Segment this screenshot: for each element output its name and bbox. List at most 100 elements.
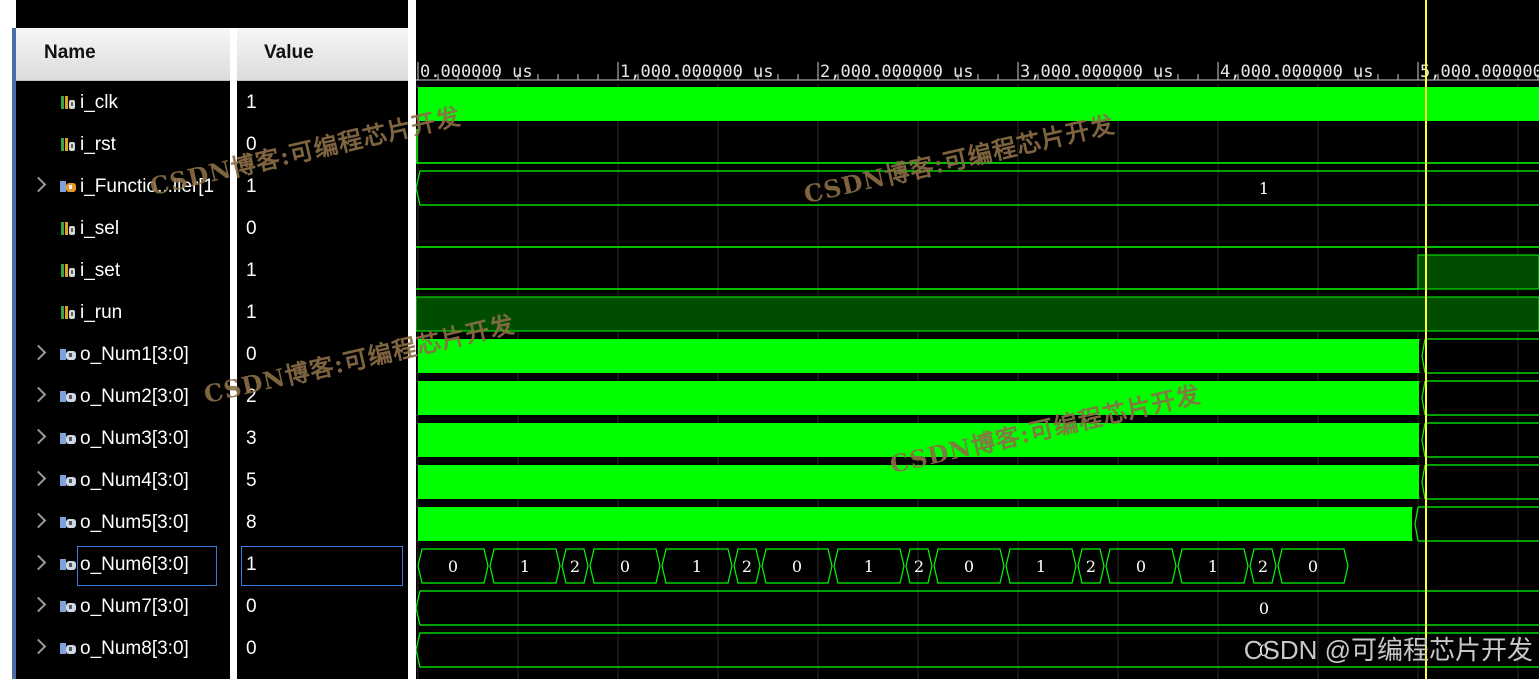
signal-value: 5 [246, 470, 257, 491]
column-divider[interactable] [230, 28, 237, 679]
expand-chevron-icon[interactable] [30, 176, 47, 193]
signal-bus-icon [59, 640, 77, 663]
signal-value: 1 [246, 260, 257, 281]
signal-row[interactable]: i_run 1 [16, 292, 408, 334]
signal-row[interactable]: o_Num7[3:0] 0 [16, 586, 408, 628]
signal-bus-icon [59, 556, 77, 579]
signal-name: o_Num8[3:0] [80, 638, 189, 659]
o-num-dense-wave [418, 507, 1412, 541]
signal-name: o_Num4[3:0] [80, 470, 189, 491]
o-num6-segment-label: 1 [692, 557, 702, 576]
signal-name: i_sel [80, 218, 120, 239]
signal-row[interactable]: o_Num5[3:0] 8 [16, 502, 408, 544]
signal-row[interactable]: o_Num3[3:0] 3 [16, 418, 408, 460]
signal-name: i_rst [80, 134, 116, 155]
expand-chevron-icon[interactable] [30, 638, 47, 655]
signal-bit-icon [59, 136, 77, 159]
signal-bit-icon [59, 262, 77, 285]
i-func-bus-wave [416, 170, 1539, 206]
signal-name: o_Num7[3:0] [80, 596, 189, 617]
bus-value-label: 1 [1259, 179, 1269, 198]
signal-row[interactable]: o_Num4[3:0] 5 [16, 460, 408, 502]
i-set-wave-high [1417, 254, 1539, 290]
o-num6-segment-label: 0 [1136, 557, 1146, 576]
o-num6-segment-label: 1 [864, 557, 874, 576]
signal-bus-icon [59, 430, 77, 453]
signal-row[interactable]: o_Num6[3:0] 1 [16, 544, 408, 586]
o-num6-segment-label: 2 [570, 557, 580, 576]
o-num6-segment-label: 2 [742, 557, 752, 576]
signal-name: o_Num5[3:0] [80, 512, 189, 533]
bus-value-label: 0 [1259, 599, 1269, 618]
i-run-wave [416, 296, 1539, 332]
o-num-bus-tail [1415, 338, 1539, 374]
signal-name: o_Num1[3:0] [80, 344, 189, 365]
signal-bus-icon [59, 178, 77, 201]
signal-value: 0 [246, 638, 257, 659]
signal-value: 1 [246, 302, 257, 323]
signal-list-panel: Name Value i_clk 1 i_rst 0 i_Functio...ller[… [0, 0, 408, 679]
o-num6-segment-label: 0 [1308, 557, 1318, 576]
o-num6-segment-label: 0 [964, 557, 974, 576]
o-num6-segment-label: 2 [914, 557, 924, 576]
signal-bus-icon [59, 346, 77, 369]
signal-name: o_Num2[3:0] [80, 386, 189, 407]
signal-bit-icon [59, 304, 77, 327]
o-num6-segment-label: 2 [1086, 557, 1096, 576]
expand-chevron-icon[interactable] [30, 470, 47, 487]
signal-value: 1 [246, 92, 257, 113]
signal-bus-icon [59, 388, 77, 411]
ruler-tick-label: 5,000.000000 [1420, 62, 1539, 82]
o-num6-segment-label: 1 [520, 557, 530, 576]
o-num6-segment-label: 0 [448, 557, 458, 576]
signal-bus-icon [59, 514, 77, 537]
signal-bit-icon [59, 94, 77, 117]
signal-name: i_run [80, 302, 123, 323]
expand-chevron-icon[interactable] [30, 596, 47, 613]
waveform-view[interactable]: 0.000000 us 1,000.000000 us 2,000.000000 u… [416, 0, 1539, 679]
expand-chevron-icon[interactable] [30, 344, 47, 361]
ruler-tick-label: 4,000.000000 us [1220, 62, 1374, 82]
o-num6-segment-label: 0 [620, 557, 630, 576]
signal-row[interactable]: i_sel 0 [16, 208, 408, 250]
value-header-label: Value [264, 42, 314, 63]
signal-value: 0 [246, 218, 257, 239]
signal-bus-icon [59, 598, 77, 621]
signal-value: 8 [246, 512, 257, 533]
o-num-bus-tail [1415, 380, 1539, 416]
o-num-const-wave [416, 590, 1539, 626]
ruler-tick-label: 1,000.000000 us [620, 62, 774, 82]
o-num6-segment-label: 1 [1036, 557, 1046, 576]
name-header-label: Name [44, 42, 96, 63]
selection-outline [77, 546, 217, 586]
name-column-header[interactable]: Name [16, 28, 230, 81]
signal-value: 3 [246, 428, 257, 449]
value-column-header[interactable]: Value [237, 28, 408, 81]
signal-row[interactable]: i_set 1 [16, 250, 408, 292]
ruler-tick-label: 2,000.000000 us [820, 62, 974, 82]
credit-text: CSDN @可编程芯片开发 [1243, 635, 1533, 665]
o-num-dense-wave [418, 381, 1419, 415]
o-num-bus-tail [1415, 464, 1539, 500]
ruler-tick-label: 3,000.000000 us [1020, 62, 1174, 82]
o-num6-segment-label: 2 [1258, 557, 1268, 576]
o-num-bus-tail [1415, 422, 1539, 458]
selection-outline [241, 546, 403, 586]
expand-chevron-icon[interactable] [30, 386, 47, 403]
o-num-dense-wave [418, 339, 1419, 373]
signal-name: i_clk [80, 92, 119, 113]
signal-row[interactable]: o_Num8[3:0] 0 [16, 628, 408, 670]
expand-chevron-icon[interactable] [30, 554, 47, 571]
signal-row[interactable]: i_clk 1 [16, 82, 408, 124]
ruler-tick-label: 0.000000 us [420, 62, 533, 82]
expand-chevron-icon[interactable] [30, 512, 47, 529]
expand-chevron-icon[interactable] [30, 428, 47, 445]
signal-bus-icon [59, 472, 77, 495]
o-num6-segment-label: 0 [792, 557, 802, 576]
i-clk-wave [418, 87, 1539, 121]
signal-name: i_set [80, 260, 121, 281]
o-num-bus-tail [1408, 506, 1539, 542]
signal-name: o_Num3[3:0] [80, 428, 189, 449]
o-num6-segment-label: 1 [1208, 557, 1218, 576]
signal-value: 0 [246, 596, 257, 617]
